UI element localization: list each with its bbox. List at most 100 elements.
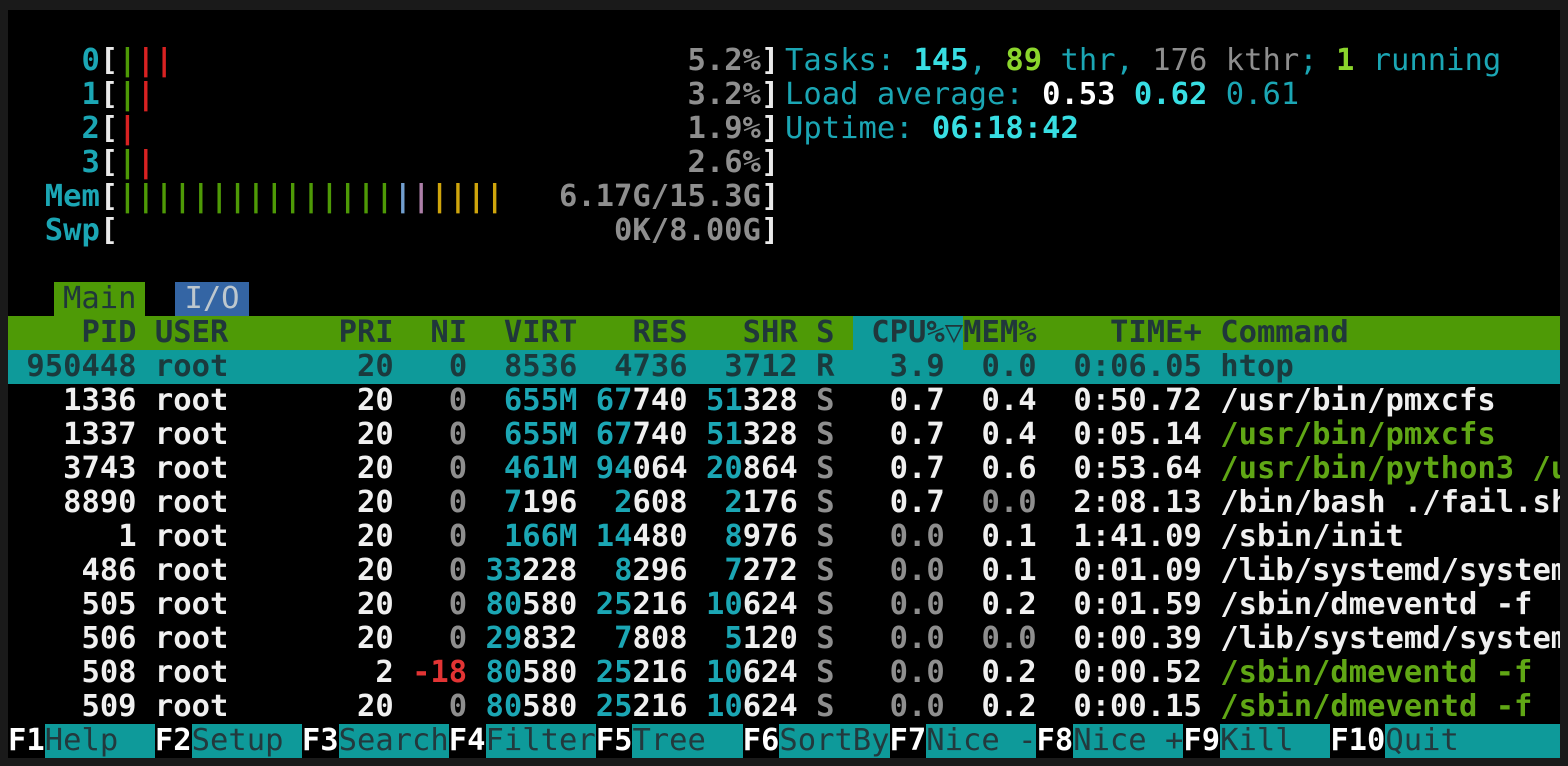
meter-value: 6.17G/15.3G xyxy=(559,180,761,214)
pid-cell: 505 xyxy=(81,588,136,622)
meter-label: 1 xyxy=(81,78,99,112)
ni-cell: -18 xyxy=(412,656,467,690)
column-header-shr[interactable]: SHR xyxy=(743,316,798,350)
time-cell: 0:00.52 xyxy=(1073,656,1202,690)
pri-cell: 20 xyxy=(357,554,394,588)
pid-cell: 8890 xyxy=(63,486,136,520)
user-cell: root xyxy=(155,588,228,622)
s-cell: S xyxy=(816,452,834,486)
fn-action-quit[interactable]: Quit xyxy=(1385,724,1560,758)
user-cell: root xyxy=(155,554,228,588)
mem-cell: 0.1 xyxy=(982,554,1037,588)
ni-cell: 0 xyxy=(449,350,467,384)
fn-key-f7[interactable]: F7 xyxy=(890,724,927,758)
column-header-user[interactable]: USER xyxy=(155,316,228,350)
process-row[interactable]: 1336 root 20 0 655M 67740 51328 S 0.7 0.… xyxy=(8,384,1560,418)
value-mb-part: 25 xyxy=(596,690,633,724)
column-header-pid[interactable]: PID xyxy=(81,316,136,350)
fn-key-f5[interactable]: F5 xyxy=(596,724,633,758)
fn-action-sortby[interactable]: SortBy xyxy=(779,724,889,758)
fn-key-f8[interactable]: F8 xyxy=(1036,724,1073,758)
fn-key-f6[interactable]: F6 xyxy=(743,724,780,758)
pid-cell: 3743 xyxy=(63,452,136,486)
column-header-command[interactable]: Command xyxy=(1220,316,1349,350)
tab-io[interactable]: I/O xyxy=(175,282,248,316)
ni-cell: 0 xyxy=(449,622,467,656)
time-cell: 0:53.64 xyxy=(1073,452,1202,486)
fn-action-label: Nice - xyxy=(926,723,1036,758)
cpu-cell: 0.0 xyxy=(890,554,945,588)
process-row[interactable]: 505 root 20 0 80580 25216 10624 S 0.0 0.… xyxy=(8,588,1560,622)
fn-key-f9[interactable]: F9 xyxy=(1183,724,1220,758)
column-header-mem[interactable]: MEM% xyxy=(963,316,1036,350)
column-header-res[interactable]: RES xyxy=(632,316,687,350)
load-segment: 0.62 xyxy=(1134,78,1207,112)
fn-key-f2[interactable]: F2 xyxy=(155,724,192,758)
value-kb-part: 808 xyxy=(633,622,688,656)
mem-cell: 0.0 xyxy=(982,486,1037,520)
mem-cell: 0.0 xyxy=(982,622,1037,656)
sort-column-cell[interactable]: CPU%▽ xyxy=(853,316,963,350)
fn-action-nice-[interactable]: Nice + xyxy=(1073,724,1183,758)
value-kb-part: 580 xyxy=(522,690,577,724)
fn-action-kill[interactable]: Kill xyxy=(1220,724,1330,758)
load-segment: Load average: xyxy=(785,78,1042,112)
column-header-ni[interactable]: NI xyxy=(430,316,467,350)
column-header-pri[interactable]: PRI xyxy=(339,316,394,350)
ni-cell: 0 xyxy=(449,452,467,486)
fn-action-tree[interactable]: Tree xyxy=(632,724,742,758)
column-header-s[interactable]: S xyxy=(816,316,834,350)
meter-cpu1: 1[|| 3.2%] xyxy=(8,78,779,112)
column-header-time[interactable]: TIME+ xyxy=(1110,316,1202,350)
mem-cell: 0.6 xyxy=(981,452,1036,486)
s-cell: S xyxy=(816,418,834,452)
meter-bar-green: | xyxy=(118,44,136,78)
value-mb-part: 51 xyxy=(706,384,743,418)
process-row[interactable]: 1337 root 20 0 655M 67740 51328 S 0.7 0.… xyxy=(8,418,1560,452)
fn-action-setup[interactable]: Setup xyxy=(192,724,302,758)
tab-main[interactable]: Main xyxy=(54,282,145,316)
column-header-virt[interactable]: VIRT xyxy=(504,316,577,350)
s-cell: S xyxy=(816,486,834,520)
mem-cell: 0.2 xyxy=(981,690,1036,724)
command-cell: /usr/bin/pmxcfs xyxy=(1220,384,1495,418)
process-row[interactable]: 1 root 20 0 166M 14480 8976 S 0.0 0.1 1:… xyxy=(8,520,1560,554)
value: 3712 xyxy=(724,350,797,384)
meter-close-bracket: ] xyxy=(761,146,779,180)
fn-action-label: Tree xyxy=(632,723,705,758)
mem-cell: 0.2 xyxy=(981,588,1036,622)
fn-action-label: Help xyxy=(45,723,118,758)
time-cell: 0:00.15 xyxy=(1073,690,1202,724)
fn-key-f1[interactable]: F1 xyxy=(8,724,45,758)
process-row[interactable]: 950448 root 20 0 8536 4736 3712 R 3.9 0.… xyxy=(8,350,1560,384)
fn-key-f4[interactable]: F4 xyxy=(449,724,486,758)
fn-key-f10[interactable]: F10 xyxy=(1330,724,1385,758)
meter-value: 5.2% xyxy=(687,44,760,78)
fn-key-f3[interactable]: F3 xyxy=(302,724,339,758)
fn-action-nice-[interactable]: Nice - xyxy=(926,724,1036,758)
value-kb-part: 624 xyxy=(743,656,798,690)
tasks-segment: ; xyxy=(1299,44,1336,78)
process-row[interactable]: 509 root 20 0 80580 25216 10624 S 0.0 0.… xyxy=(8,690,1560,724)
pri-cell: 20 xyxy=(357,486,394,520)
value-kb-part: 740 xyxy=(632,384,687,418)
process-row[interactable]: 506 root 20 0 29832 7808 5120 S 0.0 0.0 … xyxy=(8,622,1560,656)
user-cell: root xyxy=(155,656,228,690)
cpu-cell: 0.7 xyxy=(890,486,945,520)
value-kb-part: 328 xyxy=(743,384,798,418)
fn-action-filter[interactable]: Filter xyxy=(486,724,596,758)
s-cell: R xyxy=(816,350,834,384)
process-row[interactable]: 3743 root 20 0 461M 94064 20864 S 0.7 0.… xyxy=(8,452,1560,486)
meter-label: Mem xyxy=(45,180,100,214)
process-row[interactable]: 486 root 20 0 33228 8296 7272 S 0.0 0.1 … xyxy=(8,554,1560,588)
fn-action-search[interactable]: Search xyxy=(339,724,449,758)
fn-action-help[interactable]: Help xyxy=(45,724,155,758)
column-header-cpu[interactable]: CPU% xyxy=(871,316,944,350)
user-cell: root xyxy=(155,418,228,452)
pid-cell: 950448 xyxy=(26,350,136,384)
command-cell: /lib/systemd/system xyxy=(1220,554,1560,588)
process-row[interactable]: 508 root 2 -18 80580 25216 10624 S 0.0 0… xyxy=(8,656,1560,690)
mem-cell: 0.4 xyxy=(981,418,1036,452)
pid-cell: 486 xyxy=(81,554,136,588)
process-row[interactable]: 8890 root 20 0 7196 2608 2176 S 0.7 0.0 … xyxy=(8,486,1560,520)
